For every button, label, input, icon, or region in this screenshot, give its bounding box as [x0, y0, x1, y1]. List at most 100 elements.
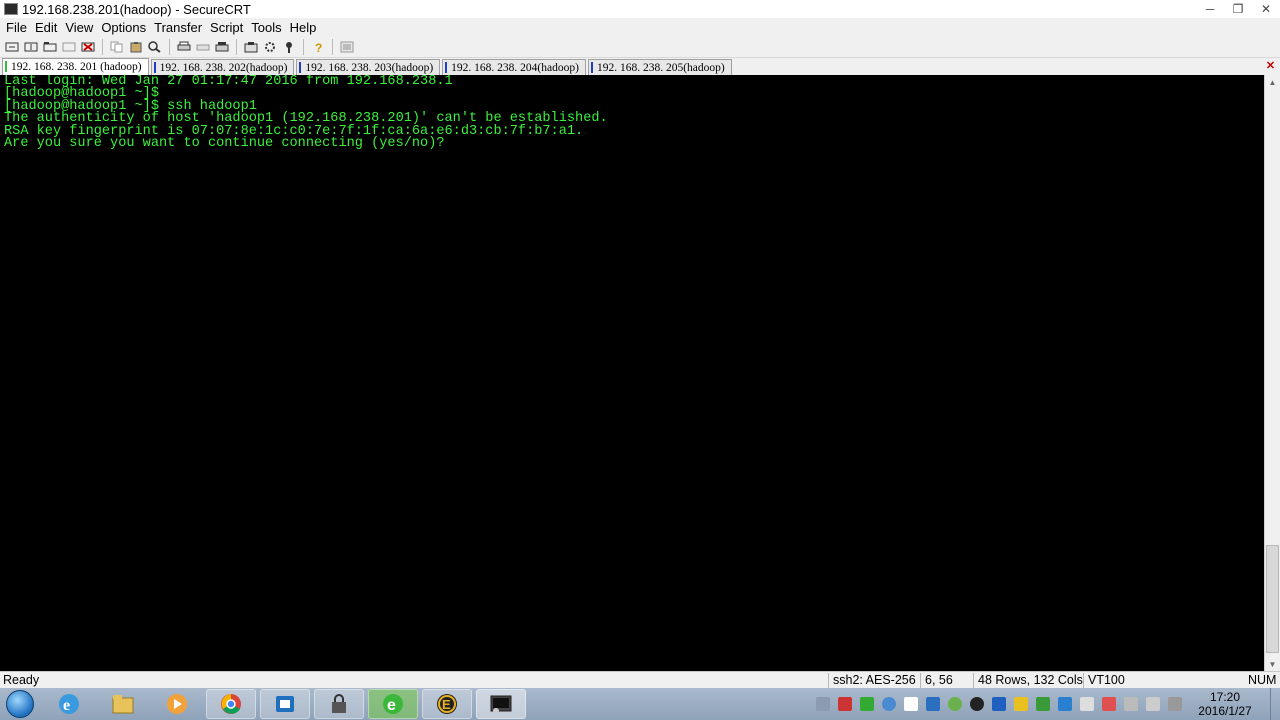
system-clock[interactable]: 17:20 2016/1/27 — [1190, 690, 1260, 718]
bluetooth-icon[interactable] — [992, 697, 1006, 711]
network-signal-icon[interactable] — [1168, 697, 1182, 711]
session-options-icon[interactable] — [243, 39, 259, 55]
copy-icon[interactable] — [109, 39, 125, 55]
securecrt-icon — [490, 695, 512, 714]
taskbar-e-app[interactable]: E — [422, 689, 472, 719]
terminal-line: Last login: Wed Jan 27 01:17:47 2016 fro… — [4, 75, 453, 89]
minimize-button[interactable]: ─ — [1196, 0, 1224, 18]
tray-window-icon[interactable] — [926, 697, 940, 711]
status-emulation: VT100 — [1083, 672, 1125, 688]
svg-text:E: E — [442, 697, 451, 712]
clock-date: 2016/1/27 — [1198, 704, 1252, 718]
sftp-icon[interactable] — [339, 39, 355, 55]
svg-text:e: e — [63, 697, 70, 714]
session-tab-bar: 192. 168. 238. 201 (hadoop) 192. 168. 23… — [0, 58, 1280, 75]
status-numlock: NUM — [1248, 672, 1277, 687]
toolbar-separator — [169, 39, 170, 55]
print-selection-icon[interactable] — [214, 39, 230, 55]
taskbar-chrome[interactable] — [206, 689, 256, 719]
tray-app-red-icon[interactable] — [838, 697, 852, 711]
disconnect-icon[interactable] — [80, 39, 96, 55]
tray-tools-icon[interactable] — [1080, 697, 1094, 711]
show-desktop-button[interactable] — [1270, 688, 1280, 720]
toolbar-separator — [236, 39, 237, 55]
tab-session-204[interactable]: 192. 168. 238. 204(hadoop) — [442, 59, 586, 75]
scroll-down-icon[interactable]: ▼ — [1265, 657, 1280, 671]
tray-app-green-icon[interactable] — [860, 697, 874, 711]
windows-taskbar: e e E 17:20 2016/1/27 — [0, 688, 1280, 720]
menu-view[interactable]: View — [61, 20, 97, 35]
keymap-icon[interactable] — [281, 39, 297, 55]
tray-shield-icon[interactable] — [882, 697, 896, 711]
find-icon[interactable] — [147, 39, 163, 55]
scroll-thumb[interactable] — [1266, 545, 1279, 653]
clock-time: 17:20 — [1209, 690, 1241, 704]
tray-device-icon[interactable] — [1124, 697, 1138, 711]
toolbar-separator — [332, 39, 333, 55]
start-button[interactable] — [0, 688, 40, 720]
terminal-scrollbar[interactable]: ▲ ▼ — [1264, 75, 1280, 671]
volume-icon[interactable] — [1146, 697, 1160, 711]
tray-network-app-icon[interactable] — [1058, 697, 1072, 711]
tab-session-205[interactable]: 192. 168. 238. 205(hadoop) — [587, 59, 732, 75]
taskbar-explorer[interactable] — [98, 689, 148, 719]
status-bar: Ready ssh2: AES-256 6, 56 48 Rows, 132 C… — [0, 671, 1280, 688]
tray-windows-icon[interactable] — [904, 697, 918, 711]
print-icon[interactable] — [176, 39, 192, 55]
taskbar-green-e[interactable]: e — [368, 689, 418, 719]
taskbar-lock-app[interactable] — [314, 689, 364, 719]
tab-session-202[interactable]: 192. 168. 238. 202(hadoop) — [150, 59, 295, 75]
menu-transfer[interactable]: Transfer — [150, 20, 206, 35]
tray-flag-icon[interactable] — [1102, 697, 1116, 711]
menu-edit[interactable]: Edit — [31, 20, 61, 35]
tray-plus-icon[interactable] — [1014, 697, 1028, 711]
title-bar: 192.168.238.201(hadoop) - SecureCRT ─ ❐ … — [0, 0, 1280, 18]
taskbar-securecrt[interactable] — [476, 689, 526, 719]
restore-button[interactable]: ❐ — [1224, 0, 1252, 18]
toolbar: ? — [0, 37, 1280, 58]
close-tab-button[interactable]: ✕ — [1264, 59, 1277, 72]
svg-text:e: e — [387, 697, 396, 714]
windows-orb-icon — [6, 690, 34, 718]
taskbar-outlook[interactable] — [260, 689, 310, 719]
ie-icon: e — [59, 694, 79, 714]
print-setup-icon[interactable] — [195, 39, 211, 55]
menu-tools[interactable]: Tools — [247, 20, 285, 35]
toolbar-separator — [102, 39, 103, 55]
connect-icon[interactable] — [4, 39, 20, 55]
terminal-screen[interactable]: Last login: Wed Jan 27 01:17:47 2016 fro… — [0, 75, 1264, 671]
chrome-icon — [221, 694, 241, 714]
reconnect-icon[interactable] — [61, 39, 77, 55]
status-cursor-position: 6, 56 — [920, 672, 972, 688]
taskbar-ie[interactable]: e — [44, 689, 94, 719]
tab-session-201[interactable]: 192. 168. 238. 201 (hadoop) — [2, 58, 149, 75]
green-e-icon: e — [383, 694, 403, 714]
paste-icon[interactable] — [128, 39, 144, 55]
e-app-icon: E — [437, 694, 457, 714]
close-button[interactable]: ✕ — [1252, 0, 1280, 18]
global-options-icon[interactable] — [262, 39, 278, 55]
menu-options[interactable]: Options — [97, 20, 150, 35]
connect-tab-icon[interactable] — [42, 39, 58, 55]
outlook-icon — [276, 696, 294, 712]
menu-script[interactable]: Script — [206, 20, 247, 35]
tray-chrome-icon[interactable] — [948, 697, 962, 711]
terminal-line: Are you sure you want to continue connec… — [4, 136, 445, 152]
lock-app-icon — [332, 694, 346, 713]
tab-session-203[interactable]: 192. 168. 238. 203(hadoop) — [296, 59, 441, 75]
qq-icon[interactable] — [970, 697, 984, 711]
taskbar-media-player[interactable] — [152, 689, 202, 719]
media-player-icon — [167, 694, 187, 714]
tray-security-icon[interactable] — [1036, 697, 1050, 711]
help-icon[interactable]: ? — [310, 39, 326, 55]
scroll-up-icon[interactable]: ▲ — [1265, 75, 1280, 89]
toolbar-separator — [303, 39, 304, 55]
window-controls: ─ ❐ ✕ — [1196, 0, 1280, 18]
keyboard-icon[interactable] — [816, 697, 830, 711]
quick-connect-icon[interactable] — [23, 39, 39, 55]
menu-help[interactable]: Help — [286, 20, 321, 35]
system-tray: 17:20 2016/1/27 — [816, 688, 1280, 720]
menu-file[interactable]: File — [2, 20, 31, 35]
securecrt-app-icon[interactable] — [4, 3, 18, 15]
status-cipher: ssh2: AES-256 — [828, 672, 916, 688]
